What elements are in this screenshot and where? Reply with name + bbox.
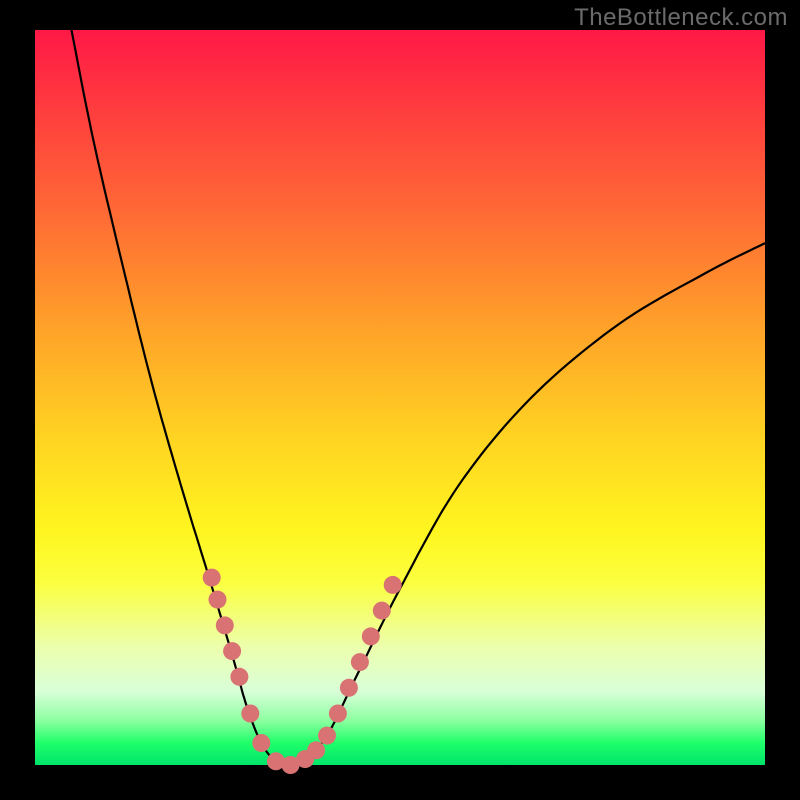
highlight-dot — [329, 705, 347, 723]
highlight-dot — [230, 668, 248, 686]
highlight-dot — [252, 734, 270, 752]
highlight-dot — [307, 741, 325, 759]
bottleneck-curve — [72, 30, 766, 765]
plot-area — [35, 30, 765, 765]
highlight-dot — [373, 602, 391, 620]
chart-svg — [35, 30, 765, 765]
watermark-text: TheBottleneck.com — [574, 4, 788, 32]
chart-frame: TheBottleneck.com — [0, 0, 800, 800]
highlight-dot — [384, 576, 402, 594]
highlight-dot — [351, 653, 369, 671]
highlight-dot — [223, 642, 241, 660]
highlight-dot — [318, 727, 336, 745]
highlight-dot — [203, 569, 221, 587]
highlight-dot — [209, 591, 227, 609]
highlight-dots-group — [203, 569, 402, 774]
highlight-dot — [241, 705, 259, 723]
highlight-dot — [362, 627, 380, 645]
highlight-dot — [216, 616, 234, 634]
highlight-dot — [340, 679, 358, 697]
